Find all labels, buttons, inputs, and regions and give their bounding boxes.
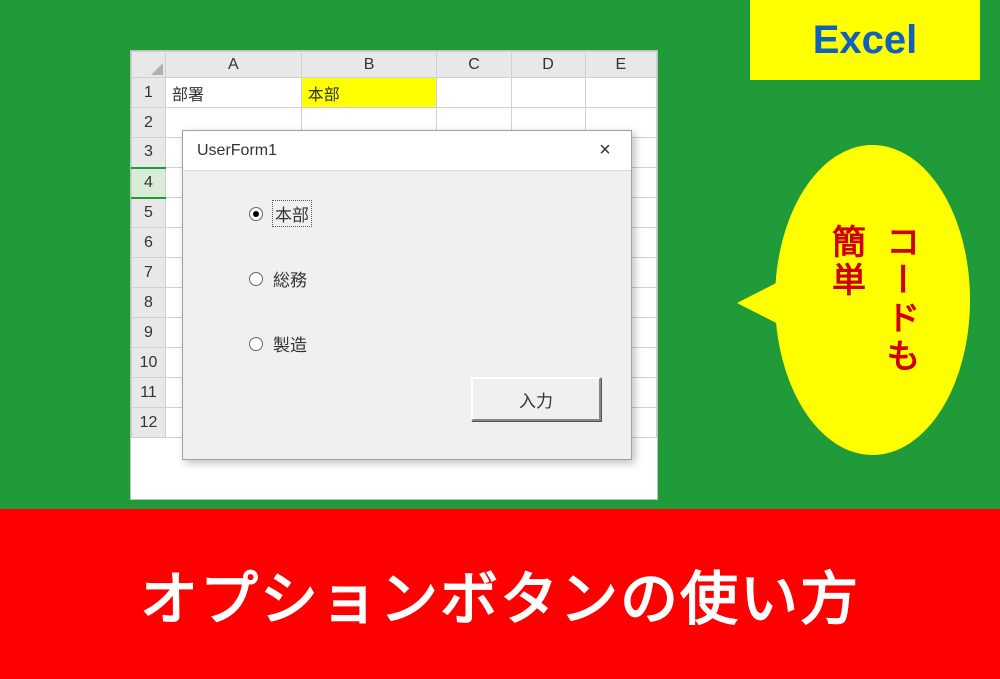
userform-title: UserForm1 xyxy=(197,142,277,160)
select-all-corner[interactable] xyxy=(132,52,166,78)
row-header-10[interactable]: 10 xyxy=(132,348,166,378)
row-header-1[interactable]: 1 xyxy=(132,78,166,108)
col-header-d[interactable]: D xyxy=(511,52,585,78)
row-header-5[interactable]: 5 xyxy=(132,198,166,228)
row-header-7[interactable]: 7 xyxy=(132,258,166,288)
cell-a1[interactable]: 部署 xyxy=(166,78,302,108)
close-icon: × xyxy=(599,139,611,162)
radio-icon xyxy=(249,207,263,221)
radio-option-honbu[interactable]: 本部 xyxy=(213,201,601,226)
col-header-b[interactable]: B xyxy=(301,52,437,78)
userform-dialog: UserForm1 × 本部 総務 製造 入力 xyxy=(182,130,632,460)
speech-bubble: コードも 簡単 xyxy=(775,145,970,455)
row-header-8[interactable]: 8 xyxy=(132,288,166,318)
cell-b1[interactable]: 本部 xyxy=(301,78,437,108)
bubble-text: コードも 簡単 xyxy=(818,224,927,376)
row-header-4[interactable]: 4 xyxy=(132,168,166,198)
bubble-line1: コードも xyxy=(881,224,919,376)
cell-c1[interactable] xyxy=(437,78,511,108)
row-header-2[interactable]: 2 xyxy=(132,108,166,138)
userform-titlebar[interactable]: UserForm1 × xyxy=(183,131,631,171)
radio-option-seizou[interactable]: 製造 xyxy=(213,331,601,356)
submit-label: 入力 xyxy=(519,387,553,412)
row-header-11[interactable]: 11 xyxy=(132,378,166,408)
col-header-e[interactable]: E xyxy=(585,52,656,78)
userform-body: 本部 総務 製造 入力 xyxy=(183,171,631,459)
banner-text: オプションボタンの使い方 xyxy=(140,552,860,636)
row-header-6[interactable]: 6 xyxy=(132,228,166,258)
row-header-3[interactable]: 3 xyxy=(132,138,166,168)
radio-label: 製造 xyxy=(273,331,307,356)
row-header-12[interactable]: 12 xyxy=(132,408,166,438)
radio-option-soumu[interactable]: 総務 xyxy=(213,266,601,291)
cell-d1[interactable] xyxy=(511,78,585,108)
radio-label: 本部 xyxy=(273,201,311,226)
row-header-9[interactable]: 9 xyxy=(132,318,166,348)
radio-icon xyxy=(249,337,263,351)
bubble-line2: 簡単 xyxy=(827,224,865,300)
title-banner: オプションボタンの使い方 xyxy=(0,509,1000,679)
cell-e1[interactable] xyxy=(585,78,656,108)
col-header-a[interactable]: A xyxy=(166,52,302,78)
col-header-c[interactable]: C xyxy=(437,52,511,78)
excel-badge-label: Excel xyxy=(813,18,918,63)
submit-button[interactable]: 入力 xyxy=(471,377,601,421)
close-button[interactable]: × xyxy=(583,132,627,170)
excel-badge: Excel xyxy=(750,0,980,80)
radio-icon xyxy=(249,272,263,286)
radio-label: 総務 xyxy=(273,266,307,291)
